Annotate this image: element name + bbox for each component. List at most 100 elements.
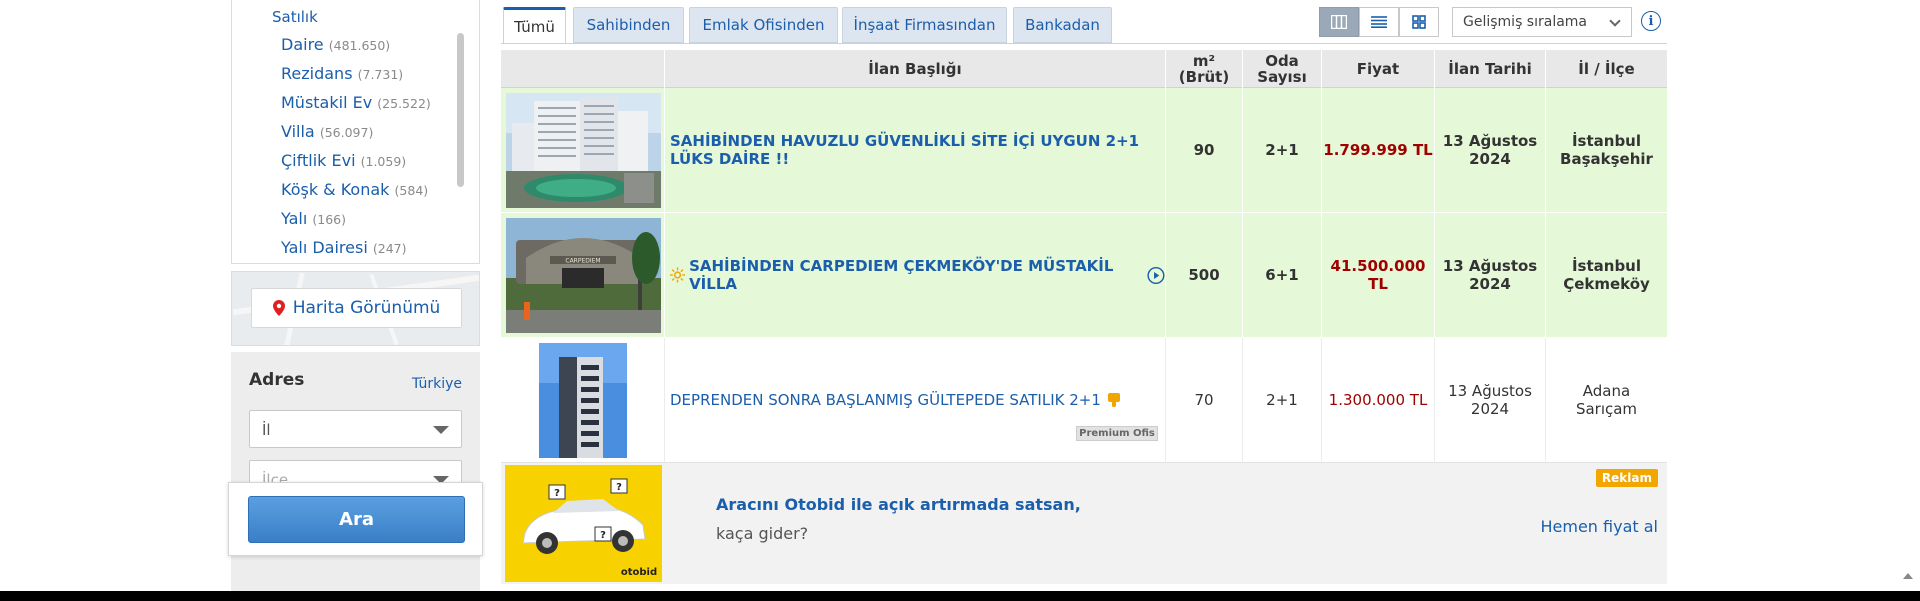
- bottom-black-bar: [0, 591, 1920, 601]
- map-view-button[interactable]: Harita Görünümü: [251, 288, 462, 328]
- listing-location: İstanbul Başakşehir: [1545, 88, 1667, 212]
- chevron-down-icon: [1609, 15, 1621, 27]
- header-rooms[interactable]: Oda Sayısı: [1242, 50, 1321, 88]
- sort-select-value: Gelişmiş sıralama: [1463, 14, 1588, 30]
- header-area[interactable]: m² (Brüt): [1165, 50, 1242, 88]
- header-location[interactable]: İl / İlçe: [1545, 50, 1667, 88]
- tab-from-bank[interactable]: Bankadan: [1013, 7, 1112, 43]
- header-title[interactable]: İlan Başlığı: [664, 50, 1165, 88]
- listing-title-text[interactable]: SAHİBİNDEN CARPEDIEM ÇEKMEKÖY'DE MÜSTAKİ…: [689, 257, 1139, 293]
- listing-area: 500: [1165, 213, 1242, 337]
- category-count: (25.522): [377, 96, 431, 111]
- category-count: (1.059): [360, 154, 407, 169]
- gallery-view-icon: [1412, 15, 1426, 29]
- listing-photo: [506, 93, 661, 208]
- map-view-label: Harita Görünümü: [292, 298, 441, 318]
- listing-title[interactable]: DEPRENDEN SONRA BAŞLANMIŞ GÜLTEPEDE SATI…: [664, 338, 1165, 462]
- table-row[interactable]: DEPRENDEN SONRA BAŞLANMIŞ GÜLTEPEDE SATI…: [501, 338, 1667, 463]
- sun-highlight-icon: [670, 267, 686, 283]
- category-parent-link[interactable]: Satılık: [272, 8, 318, 26]
- category-filter-panel: Satılık Daire (481.650) Rezidans (7.731)…: [231, 0, 480, 264]
- dropdown-caret-icon: [433, 426, 449, 434]
- info-icon[interactable]: i: [1641, 11, 1661, 31]
- listing-date: 13 Ağustos 2024: [1434, 88, 1545, 212]
- category-list: Daire (481.650) Rezidans (7.731) Müstaki…: [281, 35, 431, 263]
- listing-location: Adana Sarıçam: [1545, 338, 1667, 462]
- category-count: (7.731): [357, 67, 404, 82]
- ad-cta-link[interactable]: Hemen fiyat al: [1541, 517, 1659, 536]
- thumbs-down-icon: [1107, 393, 1120, 407]
- category-scrollbar[interactable]: [457, 33, 464, 187]
- table-row[interactable]: CARPEDIEM SAHİBİNDEN CARPEDIEM ÇEKMEKÖY'…: [501, 213, 1667, 338]
- listing-city: İstanbul: [1571, 257, 1642, 275]
- listing-area: 90: [1165, 88, 1242, 212]
- list-view-icon: [1371, 16, 1387, 28]
- listing-thumbnail[interactable]: [506, 93, 661, 208]
- tab-from-real-estate-office[interactable]: Emlak Ofisinden: [689, 7, 838, 43]
- svg-text:?: ?: [600, 530, 606, 541]
- category-count: (247): [372, 241, 407, 256]
- header-price[interactable]: Fiyat: [1321, 50, 1434, 88]
- listing-city: Adana: [1582, 382, 1631, 400]
- map-preview[interactable]: Harita Görünümü: [231, 271, 480, 346]
- listing-date-year: 2024: [1469, 150, 1511, 168]
- search-button[interactable]: Ara: [248, 496, 465, 543]
- listing-title[interactable]: SAHİBİNDEN CARPEDIEM ÇEKMEKÖY'DE MÜSTAKİ…: [664, 213, 1165, 337]
- listing-title-text[interactable]: SAHİBİNDEN HAVUZLU GÜVENLİKLİ SİTE İÇİ U…: [670, 132, 1165, 168]
- gallery-view-button[interactable]: [1399, 7, 1439, 37]
- category-item-kosk-konak[interactable]: Köşk & Konak (584): [281, 180, 431, 209]
- listing-district: Çekmeköy: [1563, 275, 1650, 293]
- svg-text:?: ?: [554, 488, 560, 499]
- sort-select[interactable]: Gelişmiş sıralama: [1452, 7, 1632, 37]
- province-select-value: İl: [262, 421, 271, 439]
- tab-from-construction-company[interactable]: İnşaat Firmasından: [842, 7, 1007, 43]
- header-thumbnail: [501, 50, 664, 88]
- category-label: Müstakil Ev: [281, 93, 373, 112]
- page-scroll-arrow-icon[interactable]: [1903, 573, 1913, 579]
- category-label: Daire: [281, 35, 324, 54]
- listing-thumbnail[interactable]: CARPEDIEM: [506, 218, 661, 333]
- listing-date-year: 2024: [1469, 275, 1511, 293]
- video-play-icon[interactable]: [1147, 266, 1165, 285]
- ad-row[interactable]: ? ? ? otobid Aracını Otobid ile açık art…: [501, 463, 1667, 584]
- listing-date-day: 13 Ağustos: [1448, 382, 1532, 400]
- category-item-daire[interactable]: Daire (481.650): [281, 35, 431, 64]
- ad-badge: Reklam: [1595, 469, 1658, 487]
- listing-rooms: 2+1: [1242, 88, 1321, 212]
- category-count: (481.650): [328, 38, 391, 53]
- category-label: Yalı Dairesi: [281, 238, 368, 257]
- ad-car-photo: ? ? ? otobid: [505, 465, 662, 582]
- map-pin-icon: [272, 300, 285, 316]
- category-item-villa[interactable]: Villa (56.097): [281, 122, 431, 151]
- listing-thumbnail[interactable]: [539, 343, 627, 458]
- list-view-button[interactable]: [1359, 7, 1399, 37]
- address-filter-panel: Adres Türkiye İl İlçe: [231, 352, 480, 601]
- category-item-yali[interactable]: Yalı (166): [281, 209, 431, 238]
- province-select[interactable]: İl: [249, 410, 462, 448]
- listing-district: Başakşehir: [1560, 150, 1653, 168]
- table-view-icon: [1331, 15, 1347, 29]
- country-link[interactable]: Türkiye: [412, 376, 462, 392]
- listing-title[interactable]: SAHİBİNDEN HAVUZLU GÜVENLİKLİ SİTE İÇİ U…: [664, 88, 1165, 212]
- listing-title-text[interactable]: DEPRENDEN SONRA BAŞLANMIŞ GÜLTEPEDE SATI…: [670, 391, 1101, 409]
- tab-all[interactable]: Tümü: [503, 7, 566, 44]
- table-row[interactable]: SAHİBİNDEN HAVUZLU GÜVENLİKLİ SİTE İÇİ U…: [501, 88, 1667, 213]
- ad-title[interactable]: Aracını Otobid ile açık artırmada satsan…: [716, 495, 1081, 514]
- listing-area: 70: [1165, 338, 1242, 462]
- category-item-ciftlik-evi[interactable]: Çiftlik Evi (1.059): [281, 151, 431, 180]
- address-title: Adres: [249, 370, 305, 390]
- ad-image[interactable]: ? ? ? otobid: [505, 465, 662, 582]
- header-date[interactable]: İlan Tarihi: [1434, 50, 1545, 88]
- listing-date: 13 Ağustos 2024: [1434, 338, 1545, 462]
- listing-date-year: 2024: [1470, 400, 1510, 418]
- category-count: (56.097): [319, 125, 374, 140]
- tab-from-owner[interactable]: Sahibinden: [573, 7, 684, 43]
- listing-price: 41.500.000 TL: [1321, 213, 1434, 337]
- category-item-rezidans[interactable]: Rezidans (7.731): [281, 64, 431, 93]
- category-item-mustakil-ev[interactable]: Müstakil Ev (25.522): [281, 93, 431, 122]
- search-panel: Ara: [228, 482, 483, 556]
- category-item-yali-dairesi[interactable]: Yalı Dairesi (247): [281, 238, 431, 263]
- listing-price: 1.799.999 TL: [1321, 88, 1434, 212]
- table-view-button[interactable]: [1319, 7, 1359, 37]
- svg-text:?: ?: [616, 482, 622, 493]
